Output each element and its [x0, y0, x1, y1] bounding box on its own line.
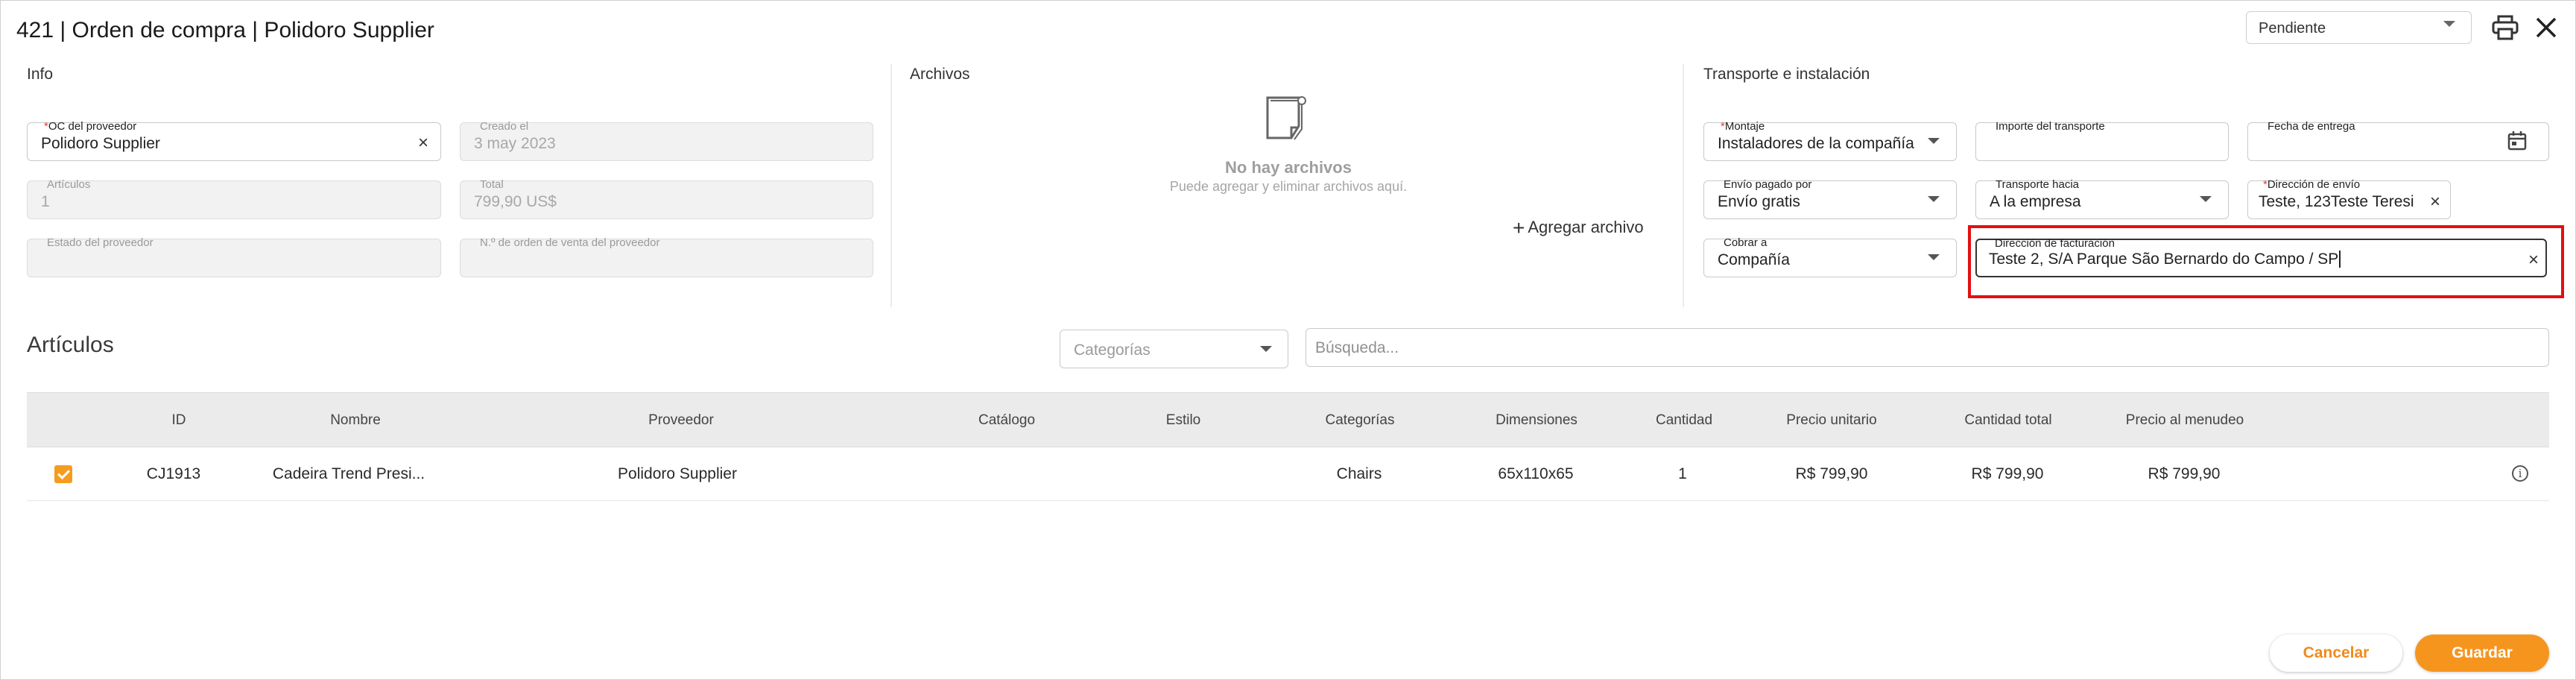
- articulos-count-field: Artículos 1: [27, 178, 441, 219]
- transporte-hacia-label: Transporte hacia: [1996, 178, 2080, 191]
- cell-precio-menudeo: R$ 799,90: [2148, 465, 2221, 482]
- direccion-envio-field[interactable]: *Dirección de envío Teste, 123Teste Tere…: [2247, 178, 2451, 219]
- empty-files-title: No hay archivos: [1225, 158, 1352, 177]
- oc-proveedor-label: *OC del proveedor: [44, 120, 137, 133]
- articulos-title: Artículos: [27, 333, 114, 357]
- categorias-placeholder: Categorías: [1074, 341, 1151, 359]
- empty-files-icon: [1265, 95, 1308, 141]
- creado-el-label: Creado el: [480, 120, 529, 133]
- search-input[interactable]: Búsqueda...: [1306, 328, 2549, 367]
- chevron-down-icon: [1928, 138, 1940, 144]
- chevron-down-icon: [2200, 196, 2212, 202]
- montaje-select[interactable]: *Montaje Instaladores de la compañía: [1703, 120, 1957, 161]
- oc-proveedor-field[interactable]: *OC del proveedor Polidoro Supplier ×: [27, 120, 441, 161]
- chevron-down-icon: [2443, 21, 2455, 27]
- chevron-down-icon: [1260, 346, 1272, 352]
- clear-icon[interactable]: ×: [418, 134, 428, 152]
- cell-categorias: Chairs: [1336, 465, 1382, 482]
- orden-venta-label: N.º de orden de venta del proveedor: [480, 236, 660, 249]
- estado-proveedor-field: Estado del proveedor: [27, 236, 441, 277]
- divider: [1683, 64, 1684, 307]
- orden-venta-field: N.º de orden de venta del proveedor: [460, 236, 873, 277]
- close-icon[interactable]: [2535, 16, 2557, 39]
- importe-transporte-label: Importe del transporte: [1996, 120, 2105, 133]
- articulos-count-label: Artículos: [47, 178, 91, 191]
- envio-pagado-value: Envío gratis: [1718, 193, 1800, 210]
- table-row[interactable]: CJ1913 Cadeira Trend Presi... Polidoro S…: [27, 447, 2549, 501]
- chevron-down-icon: [1928, 196, 1940, 202]
- print-icon[interactable]: [2492, 15, 2519, 40]
- col-header[interactable]: Precio al menudeo: [2126, 412, 2244, 429]
- col-header[interactable]: Dimensiones: [1496, 412, 1577, 429]
- direccion-envio-label: *Dirección de envío: [2263, 178, 2361, 191]
- transporte-hacia-value: A la empresa: [1990, 193, 2081, 210]
- info-icon[interactable]: i: [2512, 465, 2528, 482]
- row-checkbox[interactable]: [54, 465, 72, 483]
- col-header[interactable]: Precio unitario: [1786, 412, 1876, 429]
- cancel-button[interactable]: Cancelar: [2270, 635, 2402, 672]
- cobrar-a-value: Compañía: [1718, 251, 1790, 268]
- categorias-select[interactable]: Categorías: [1060, 330, 1288, 368]
- col-header[interactable]: Proveedor: [648, 412, 714, 429]
- total-field: Total 799,90 US$: [460, 178, 873, 219]
- status-value: Pendiente: [2259, 20, 2326, 37]
- add-file-button[interactable]: + Agregar archivo: [1513, 216, 1644, 240]
- creado-el-field: Creado el 3 may 2023: [460, 120, 873, 161]
- page-title: 421 | Orden de compra | Polidoro Supplie…: [16, 18, 434, 42]
- cell-precio-unitario: R$ 799,90: [1795, 465, 1868, 482]
- cell-nombre: Cadeira Trend Presi...: [272, 465, 425, 482]
- search-placeholder: Búsqueda...: [1315, 339, 1399, 356]
- total-label: Total: [480, 178, 504, 191]
- creado-el-value: 3 may 2023: [474, 135, 556, 152]
- envio-pagado-label: Envío pagado por: [1724, 178, 1812, 191]
- montaje-value: Instaladores de la compañía: [1718, 135, 1914, 152]
- articulos-count-value: 1: [41, 193, 50, 210]
- col-header[interactable]: Cantidad total: [1964, 412, 2051, 429]
- total-value: 799,90 US$: [474, 193, 557, 210]
- cell-cantidad: 1: [1678, 465, 1687, 482]
- status-select[interactable]: Pendiente: [2246, 11, 2472, 44]
- cell-dimensiones: 65x110x65: [1498, 465, 1574, 482]
- envio-pagado-select[interactable]: Envío pagado por Envío gratis: [1703, 178, 1957, 219]
- plus-icon: +: [1513, 216, 1525, 239]
- importe-transporte-field[interactable]: Importe del transporte: [1975, 120, 2229, 161]
- col-header[interactable]: Nombre: [330, 412, 381, 429]
- cobrar-a-label: Cobrar a: [1724, 236, 1768, 249]
- divider: [890, 64, 892, 307]
- estado-proveedor-label: Estado del proveedor: [47, 236, 154, 249]
- archivos-section-title: Archivos: [910, 66, 970, 83]
- highlight-box: [1968, 225, 2564, 298]
- chevron-down-icon: [1928, 254, 1940, 260]
- transporte-hacia-select[interactable]: Transporte hacia A la empresa: [1975, 178, 2229, 219]
- empty-files-subtitle: Puede agregar y eliminar archivos aquí.: [1169, 179, 1408, 194]
- cell-id: CJ1913: [146, 465, 201, 482]
- montaje-label: *Montaje: [1721, 120, 1765, 133]
- direccion-envio-value: Teste, 123Teste Teresi: [2259, 193, 2414, 210]
- save-button[interactable]: Guardar: [2415, 635, 2549, 672]
- table-header: ID Nombre Proveedor Catálogo Estilo Cate…: [27, 392, 2549, 447]
- fecha-entrega-label: Fecha de entrega: [2268, 120, 2355, 133]
- col-header[interactable]: Cantidad: [1656, 412, 1712, 429]
- fecha-entrega-field[interactable]: Fecha de entrega: [2247, 120, 2549, 161]
- add-file-label: Agregar archivo: [1528, 218, 1644, 236]
- oc-proveedor-value: Polidoro Supplier: [41, 135, 160, 152]
- transporte-section-title: Transporte e instalación: [1703, 66, 1870, 83]
- col-header[interactable]: ID: [172, 412, 186, 429]
- calendar-icon[interactable]: [2507, 130, 2527, 151]
- cobrar-a-select[interactable]: Cobrar a Compañía: [1703, 236, 1957, 277]
- col-header[interactable]: Categorías: [1326, 412, 1395, 429]
- info-section-title: Info: [27, 66, 54, 83]
- clear-icon[interactable]: ×: [2430, 193, 2440, 211]
- cell-cantidad-total: R$ 799,90: [1971, 465, 2044, 482]
- col-header[interactable]: Estilo: [1166, 412, 1200, 429]
- col-header[interactable]: Catálogo: [978, 412, 1035, 429]
- cell-proveedor: Polidoro Supplier: [618, 465, 737, 482]
